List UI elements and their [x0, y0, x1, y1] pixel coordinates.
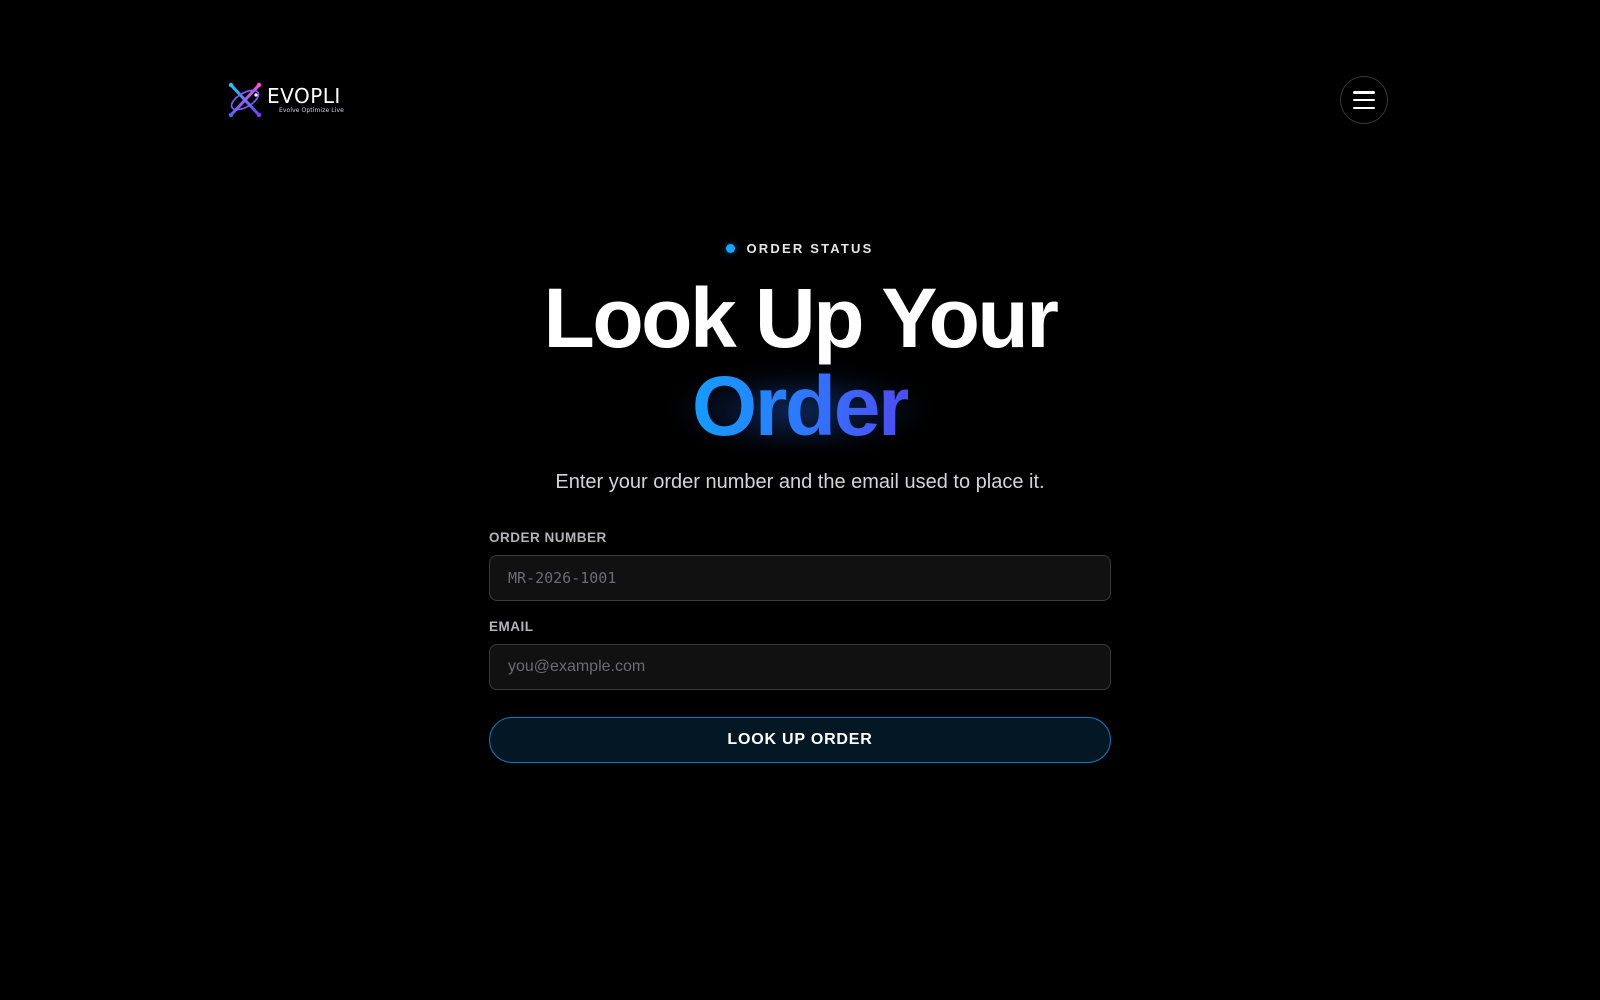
- page-title-highlight: Order: [0, 356, 1600, 456]
- order-number-label: ORDER NUMBER: [489, 530, 607, 545]
- order-lookup-form: ORDER NUMBER EMAIL LOOK UP ORDER: [489, 530, 1111, 763]
- order-lookup-section: ORDER STATUS Look Up Your Order Enter yo…: [0, 0, 1600, 1000]
- page-title: Look Up Your: [543, 271, 1059, 365]
- eyebrow-label: ORDER STATUS: [746, 241, 874, 256]
- status-dot-icon: [726, 244, 736, 253]
- look-up-order-button[interactable]: LOOK UP ORDER: [489, 717, 1111, 763]
- order-number-input[interactable]: [489, 555, 1111, 601]
- page-title-highlight-text: Order: [691, 359, 911, 453]
- page-subtitle: Enter your order number and the email us…: [555, 471, 1045, 493]
- email-label: EMAIL: [489, 619, 534, 634]
- eyebrow: ORDER STATUS: [0, 241, 1600, 256]
- email-input[interactable]: [489, 644, 1111, 690]
